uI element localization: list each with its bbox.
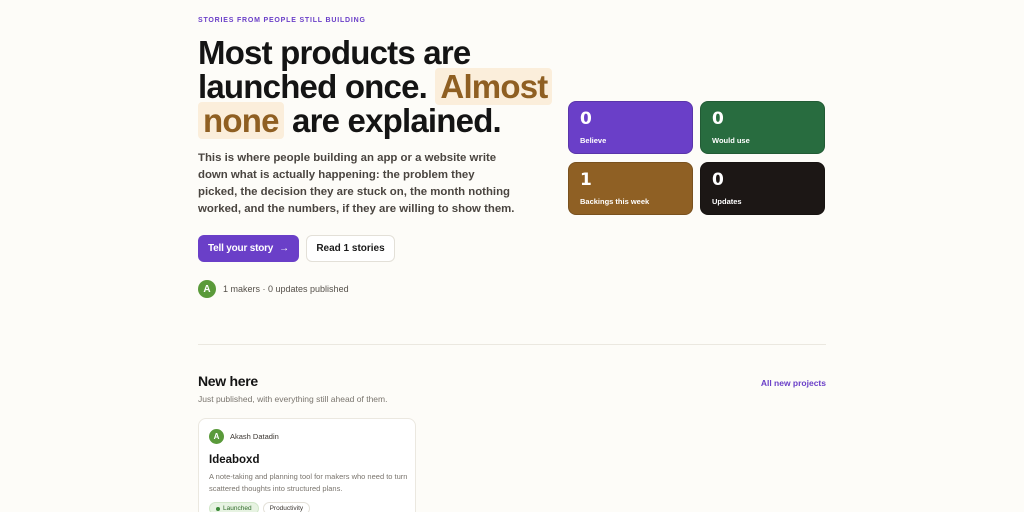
new-here-subtitle: Just published, with everything still ah… — [198, 394, 388, 404]
headline-part-2: are explained. — [292, 102, 502, 139]
card-author-name: Akash Datadin — [230, 432, 279, 441]
read-stories-button[interactable]: Read 1 stories — [306, 235, 395, 262]
card-description: A note-taking and planning tool for make… — [209, 472, 408, 493]
card-tags: Launched Productivity — [209, 502, 405, 512]
stat-card-would-use[interactable]: 0 Would use — [700, 101, 825, 154]
stat-card-backings[interactable]: 1 Backings this week — [568, 162, 693, 215]
tell-your-story-label: Tell your story — [208, 243, 274, 254]
tag-label: Launched — [223, 505, 252, 512]
section-divider — [198, 344, 826, 345]
new-here-title: New here — [198, 373, 258, 389]
stat-value: 0 — [712, 109, 724, 129]
headline-highlight-2: none — [198, 102, 284, 139]
stat-card-updates[interactable]: 0 Updates — [700, 162, 825, 215]
stat-value: 1 — [580, 170, 592, 190]
stat-value: 0 — [712, 170, 724, 190]
tag-launched: Launched — [209, 502, 259, 512]
avatar: A — [209, 429, 224, 444]
card-author: A Akash Datadin — [209, 429, 405, 444]
card-title: Ideaboxd — [209, 454, 260, 466]
all-new-projects-link[interactable]: All new projects — [740, 378, 826, 388]
stats-grid: 0 Believe 0 Would use 1 Backings this we… — [568, 101, 826, 215]
stat-label: Would use — [712, 136, 750, 145]
headline-part-1: Most products are launched once. — [198, 34, 471, 105]
stat-card-believe[interactable]: 0 Believe — [568, 101, 693, 154]
tag-category: Productivity — [262, 502, 311, 512]
hero-headline: Most products are launched once. Almost … — [198, 34, 568, 139]
hero-lede: This is where people building an app or … — [198, 152, 515, 215]
stat-label: Believe — [580, 136, 607, 145]
avatar: A — [198, 280, 216, 298]
maker-meta-text: 1 makers · 0 updates published — [223, 284, 349, 294]
maker-meta-row: A 1 makers · 0 updates published — [198, 280, 349, 298]
stat-label: Updates — [712, 197, 742, 206]
project-card[interactable]: A Akash Datadin Ideaboxd A note-taking a… — [198, 418, 416, 512]
arrow-right-icon: → — [279, 243, 289, 254]
status-dot-icon — [216, 506, 220, 511]
eyebrow: STORIES FROM PEOPLE STILL BUILDING — [198, 17, 366, 24]
tell-your-story-button[interactable]: Tell your story → — [198, 235, 299, 262]
headline-highlight-1: Almost — [435, 68, 553, 105]
stat-value: 0 — [580, 109, 592, 129]
stat-label: Backings this week — [580, 197, 650, 206]
